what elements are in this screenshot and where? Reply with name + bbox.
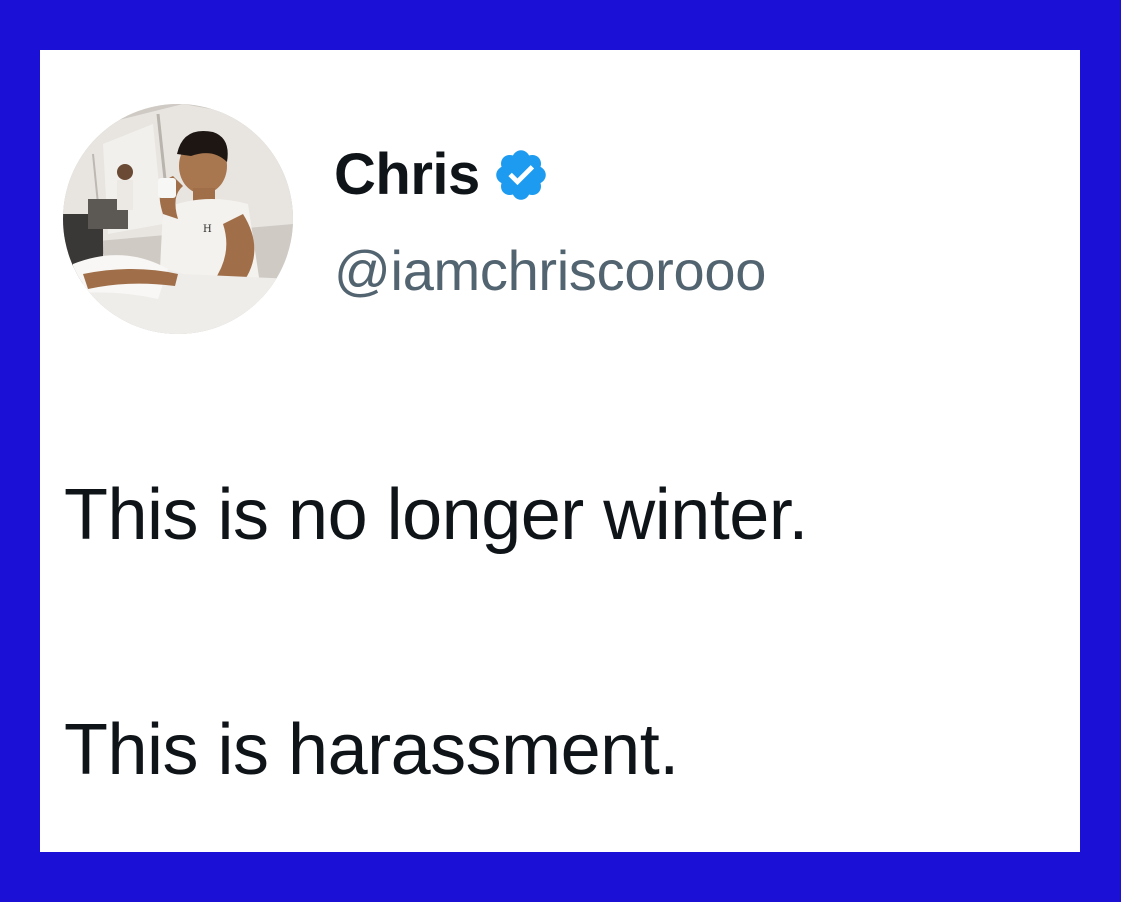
author-display-name[interactable]: Chris — [334, 140, 480, 210]
post-text-line-2: This is harassment. — [64, 710, 679, 790]
avatar-photo: H — [63, 104, 293, 334]
outer-frame: H Chris @iamchriscorooo This is no longe… — [0, 0, 1121, 902]
author-handle[interactable]: @iamchriscorooo — [334, 236, 766, 306]
author-name-row: Chris — [334, 140, 550, 210]
verified-badge-icon — [492, 146, 550, 204]
avatar[interactable]: H — [63, 104, 293, 334]
post-text-line-1: This is no longer winter. — [64, 475, 808, 555]
svg-text:H: H — [203, 224, 212, 235]
tweet-card: H Chris @iamchriscorooo This is no longe… — [40, 50, 1080, 852]
